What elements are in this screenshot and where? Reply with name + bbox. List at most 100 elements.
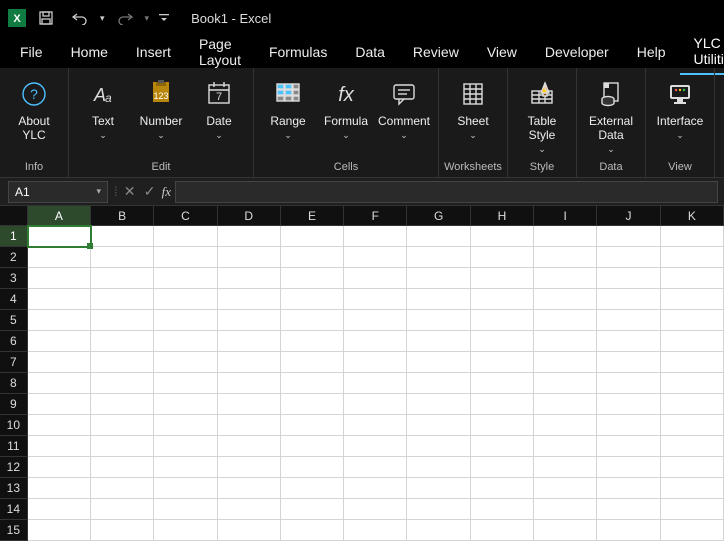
cell-H11[interactable] bbox=[471, 436, 534, 457]
cell-H4[interactable] bbox=[471, 289, 534, 310]
cell-K3[interactable] bbox=[661, 268, 724, 289]
number-button[interactable]: 123Number⌄ bbox=[133, 76, 189, 142]
sheet-button[interactable]: Sheet⌄ bbox=[445, 76, 501, 142]
cell-H14[interactable] bbox=[471, 499, 534, 520]
cell-D1[interactable] bbox=[218, 226, 281, 247]
cell-H15[interactable] bbox=[471, 520, 534, 541]
cell-C8[interactable] bbox=[154, 373, 217, 394]
cell-D3[interactable] bbox=[218, 268, 281, 289]
cell-A10[interactable] bbox=[28, 415, 91, 436]
text-button[interactable]: AaText⌄ bbox=[75, 76, 131, 142]
cell-F15[interactable] bbox=[344, 520, 407, 541]
date-button[interactable]: 7Date⌄ bbox=[191, 76, 247, 142]
col-header-I[interactable]: I bbox=[534, 206, 597, 226]
cell-G13[interactable] bbox=[407, 478, 470, 499]
cell-F14[interactable] bbox=[344, 499, 407, 520]
cell-D5[interactable] bbox=[218, 310, 281, 331]
cell-G3[interactable] bbox=[407, 268, 470, 289]
cell-D10[interactable] bbox=[218, 415, 281, 436]
cell-E14[interactable] bbox=[281, 499, 344, 520]
cell-C6[interactable] bbox=[154, 331, 217, 352]
cell-B14[interactable] bbox=[91, 499, 154, 520]
cell-J4[interactable] bbox=[597, 289, 660, 310]
tab-help[interactable]: Help bbox=[623, 38, 680, 66]
row-header-7[interactable]: 7 bbox=[0, 352, 28, 373]
cell-A13[interactable] bbox=[28, 478, 91, 499]
range-button[interactable]: Range⌄ bbox=[260, 76, 316, 142]
cell-I2[interactable] bbox=[534, 247, 597, 268]
cell-G5[interactable] bbox=[407, 310, 470, 331]
cell-D13[interactable] bbox=[218, 478, 281, 499]
tab-view[interactable]: View bbox=[473, 38, 531, 66]
cell-I15[interactable] bbox=[534, 520, 597, 541]
cell-F9[interactable] bbox=[344, 394, 407, 415]
about-button[interactable]: ?About YLC bbox=[6, 76, 62, 142]
cell-E12[interactable] bbox=[281, 457, 344, 478]
extdata-button[interactable]: External Data⌄ bbox=[583, 76, 639, 156]
cell-D14[interactable] bbox=[218, 499, 281, 520]
col-header-J[interactable]: J bbox=[597, 206, 660, 226]
row-header-4[interactable]: 4 bbox=[0, 289, 28, 310]
cell-F4[interactable] bbox=[344, 289, 407, 310]
redo-icon[interactable] bbox=[111, 4, 139, 32]
cell-I13[interactable] bbox=[534, 478, 597, 499]
cell-D12[interactable] bbox=[218, 457, 281, 478]
cell-G7[interactable] bbox=[407, 352, 470, 373]
cell-C1[interactable] bbox=[154, 226, 217, 247]
cell-I8[interactable] bbox=[534, 373, 597, 394]
cell-C7[interactable] bbox=[154, 352, 217, 373]
cell-J8[interactable] bbox=[597, 373, 660, 394]
cell-H8[interactable] bbox=[471, 373, 534, 394]
cell-E1[interactable] bbox=[281, 226, 344, 247]
tab-insert[interactable]: Insert bbox=[122, 38, 185, 66]
cell-D6[interactable] bbox=[218, 331, 281, 352]
cell-J7[interactable] bbox=[597, 352, 660, 373]
row-header-15[interactable]: 15 bbox=[0, 520, 28, 541]
cell-B6[interactable] bbox=[91, 331, 154, 352]
row-header-13[interactable]: 13 bbox=[0, 478, 28, 499]
cell-G9[interactable] bbox=[407, 394, 470, 415]
cell-E8[interactable] bbox=[281, 373, 344, 394]
row-header-3[interactable]: 3 bbox=[0, 268, 28, 289]
enter-formula-icon[interactable]: ✓ bbox=[140, 183, 160, 200]
cell-E10[interactable] bbox=[281, 415, 344, 436]
cell-A8[interactable] bbox=[28, 373, 91, 394]
cell-D9[interactable] bbox=[218, 394, 281, 415]
col-header-A[interactable]: A bbox=[28, 206, 91, 226]
cell-I10[interactable] bbox=[534, 415, 597, 436]
cell-F12[interactable] bbox=[344, 457, 407, 478]
cell-H2[interactable] bbox=[471, 247, 534, 268]
cell-H1[interactable] bbox=[471, 226, 534, 247]
cell-E5[interactable] bbox=[281, 310, 344, 331]
tab-developer[interactable]: Developer bbox=[531, 38, 623, 66]
cell-K11[interactable] bbox=[661, 436, 724, 457]
cell-A3[interactable] bbox=[28, 268, 91, 289]
row-header-2[interactable]: 2 bbox=[0, 247, 28, 268]
cell-A6[interactable] bbox=[28, 331, 91, 352]
cell-F6[interactable] bbox=[344, 331, 407, 352]
cell-J3[interactable] bbox=[597, 268, 660, 289]
cell-D2[interactable] bbox=[218, 247, 281, 268]
cell-A11[interactable] bbox=[28, 436, 91, 457]
cell-A5[interactable] bbox=[28, 310, 91, 331]
cell-A12[interactable] bbox=[28, 457, 91, 478]
cell-C14[interactable] bbox=[154, 499, 217, 520]
cell-F11[interactable] bbox=[344, 436, 407, 457]
cell-D4[interactable] bbox=[218, 289, 281, 310]
cell-G15[interactable] bbox=[407, 520, 470, 541]
cell-B13[interactable] bbox=[91, 478, 154, 499]
cell-J11[interactable] bbox=[597, 436, 660, 457]
cell-A4[interactable] bbox=[28, 289, 91, 310]
cell-C13[interactable] bbox=[154, 478, 217, 499]
cell-A7[interactable] bbox=[28, 352, 91, 373]
cell-J15[interactable] bbox=[597, 520, 660, 541]
cell-G11[interactable] bbox=[407, 436, 470, 457]
cell-A15[interactable] bbox=[28, 520, 91, 541]
cell-K13[interactable] bbox=[661, 478, 724, 499]
cell-G12[interactable] bbox=[407, 457, 470, 478]
cell-I14[interactable] bbox=[534, 499, 597, 520]
cell-A1[interactable] bbox=[28, 226, 91, 247]
cell-B15[interactable] bbox=[91, 520, 154, 541]
cell-B7[interactable] bbox=[91, 352, 154, 373]
cell-H6[interactable] bbox=[471, 331, 534, 352]
